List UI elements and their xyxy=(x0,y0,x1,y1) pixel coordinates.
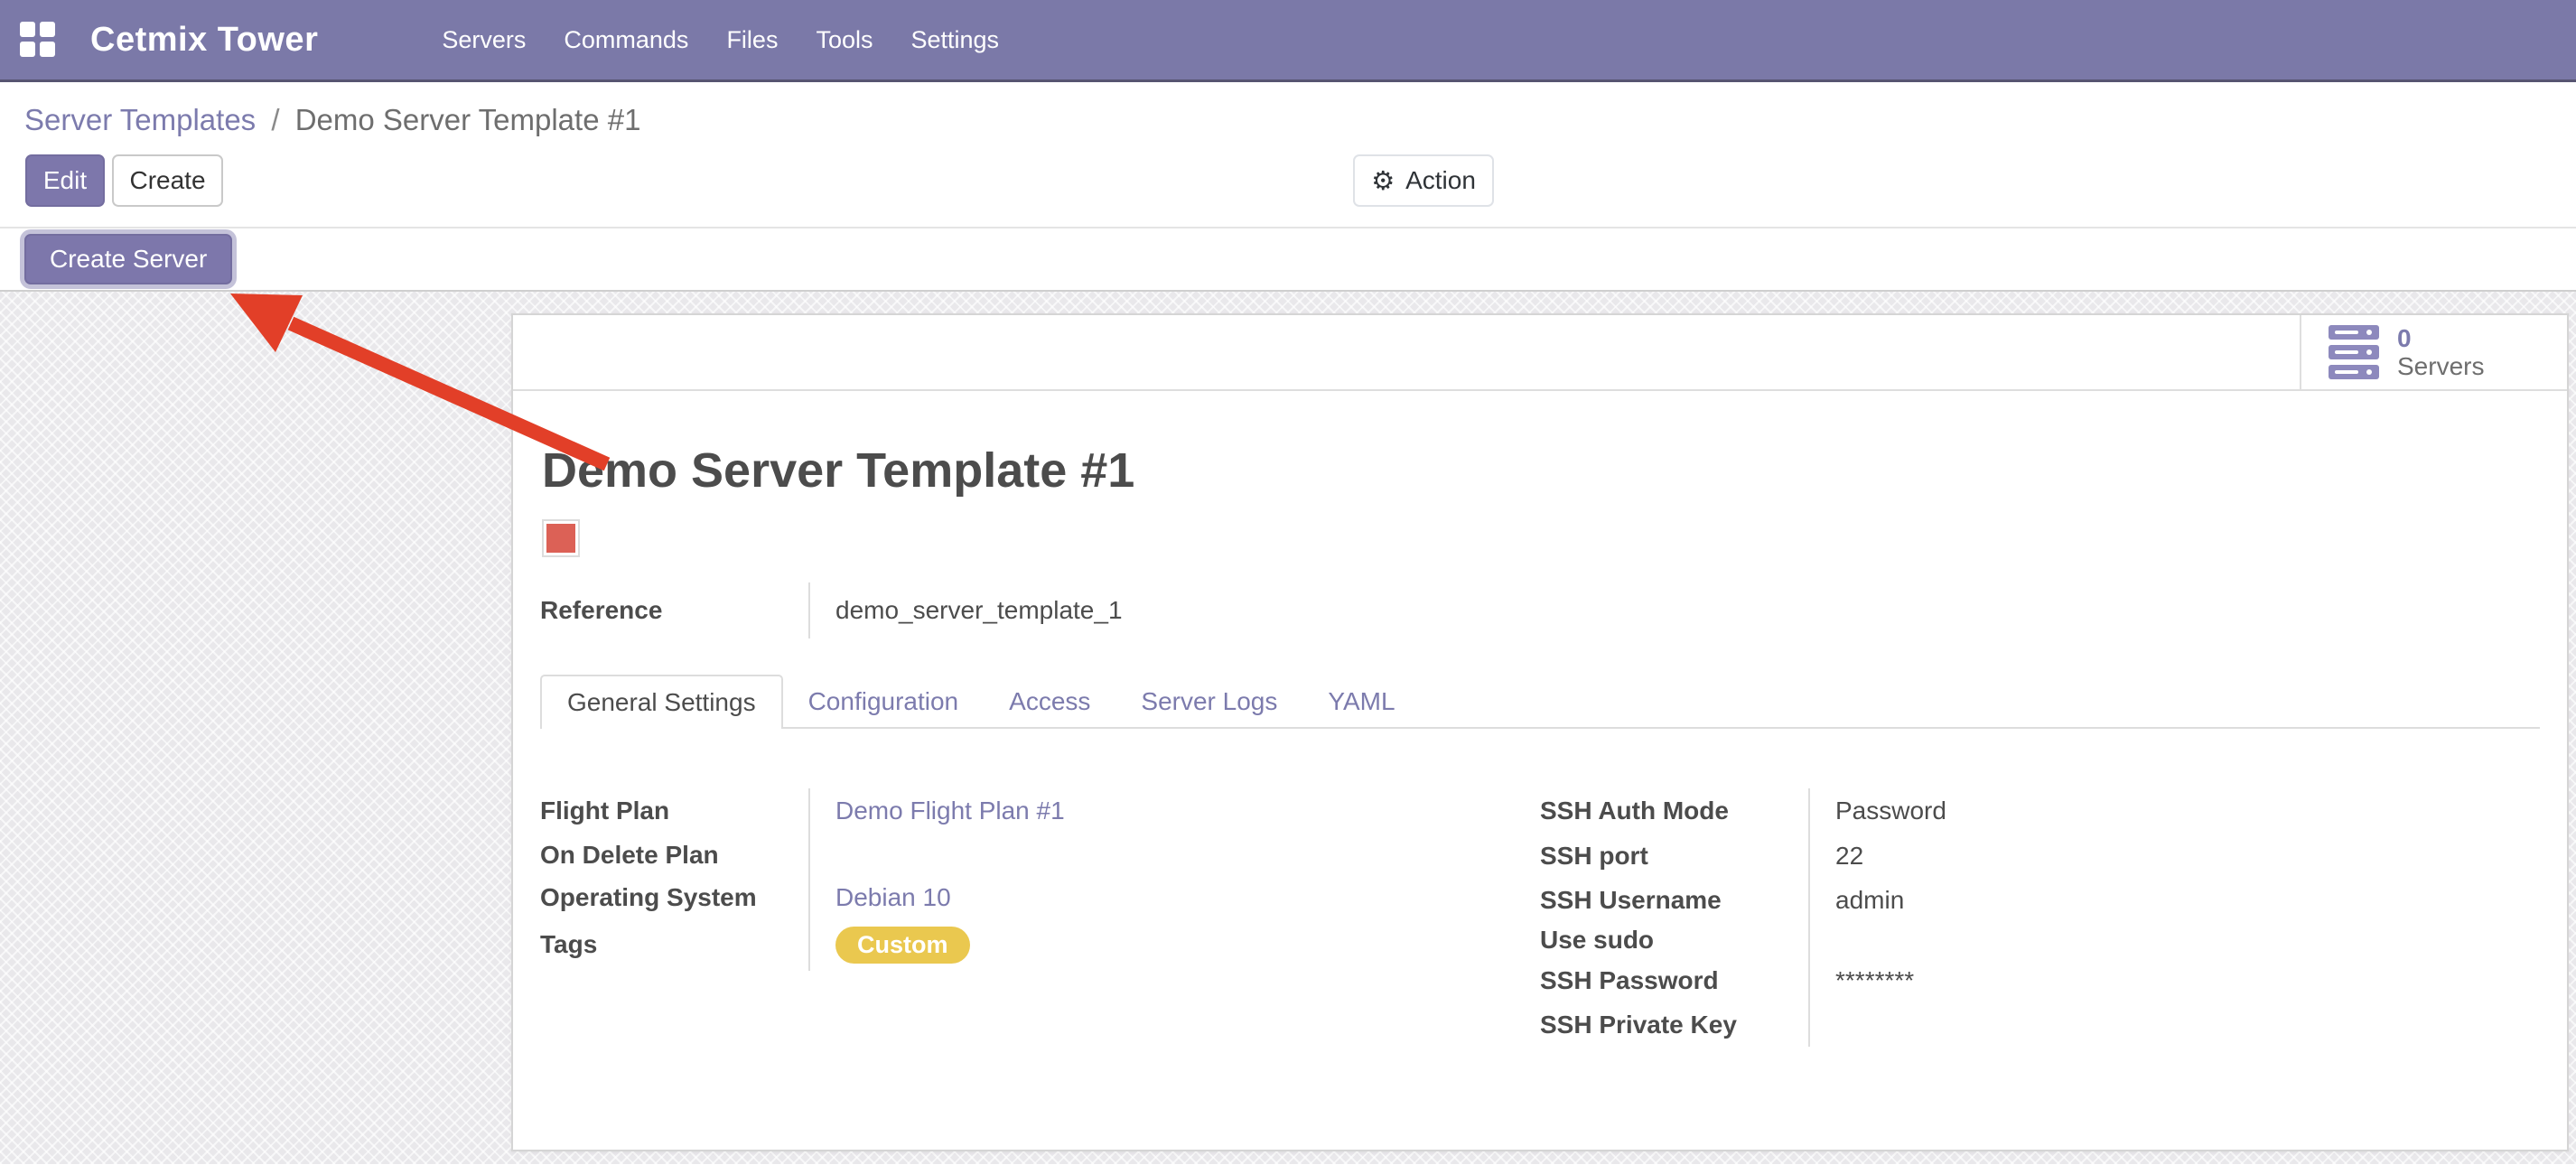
apps-icon-square xyxy=(20,22,35,37)
use-sudo-value xyxy=(1808,922,2540,958)
action-button[interactable]: ⚙ Action xyxy=(1353,154,1494,207)
app-brand[interactable]: Cetmix Tower xyxy=(90,21,318,60)
record-title: Demo Server Template #1 xyxy=(542,442,2540,499)
tab-configuration[interactable]: Configuration xyxy=(783,676,985,727)
form-statusbar: Create Server xyxy=(0,227,2576,292)
on-delete-plan-label: On Delete Plan xyxy=(540,834,808,877)
ssh-auth-mode-label: SSH Auth Mode xyxy=(1540,788,1808,834)
ssh-private-key-label: SSH Private Key xyxy=(1540,1003,1808,1047)
flight-plan-label: Flight Plan xyxy=(540,788,808,834)
operating-system-label: Operating System xyxy=(540,877,808,918)
menu-item-tools[interactable]: Tools xyxy=(797,0,891,79)
main-menu: Servers Commands Files Tools Settings xyxy=(423,0,1018,79)
breadcrumb-parent-link[interactable]: Server Templates xyxy=(24,103,256,136)
on-delete-plan-value xyxy=(808,834,1540,877)
reference-field-row: Reference demo_server_template_1 xyxy=(540,582,2540,638)
menu-item-commands[interactable]: Commands xyxy=(545,0,707,79)
tab-yaml[interactable]: YAML xyxy=(1302,676,1420,727)
field-row-ssh-username: SSH Username admin xyxy=(1540,879,2540,922)
apps-icon-square xyxy=(40,42,55,57)
tab-server-logs[interactable]: Server Logs xyxy=(1115,676,1302,727)
content-area: 0 Servers Demo Server Template #1 Refere… xyxy=(0,292,2576,1164)
apps-menu-icon[interactable] xyxy=(20,22,56,58)
top-navbar: Cetmix Tower Servers Commands Files Tool… xyxy=(0,0,2576,82)
reference-value: demo_server_template_1 xyxy=(808,582,2540,638)
field-row-ssh-password: SSH Password ******** xyxy=(1540,958,2540,1003)
ssh-port-label: SSH port xyxy=(1540,834,1808,879)
menu-item-settings[interactable]: Settings xyxy=(891,0,1018,79)
control-panel: Server Templates / Demo Server Template … xyxy=(0,82,2576,207)
flight-plan-value-link[interactable]: Demo Flight Plan #1 xyxy=(808,788,1540,834)
field-row-use-sudo: Use sudo xyxy=(1540,922,2540,958)
field-row-operating-system: Operating System Debian 10 xyxy=(540,877,1540,918)
notebook-tabs: General Settings Configuration Access Se… xyxy=(540,675,2540,729)
tags-label: Tags xyxy=(540,918,808,971)
breadcrumb: Server Templates / Demo Server Template … xyxy=(24,100,2576,140)
apps-icon-square xyxy=(40,22,55,37)
field-row-ssh-auth-mode: SSH Auth Mode Password xyxy=(1540,788,2540,834)
servers-stat-button[interactable]: 0 Servers xyxy=(2300,315,2567,389)
tab-access[interactable]: Access xyxy=(984,676,1115,727)
servers-stat-value: 0 xyxy=(2397,324,2484,352)
ssh-username-value: admin xyxy=(1808,879,2540,922)
ssh-private-key-value xyxy=(1808,1003,2540,1047)
servers-stat-text: 0 Servers xyxy=(2397,324,2484,380)
servers-stat-label: Servers xyxy=(2397,352,2484,380)
use-sudo-label: Use sudo xyxy=(1540,922,1808,958)
form-sheet: 0 Servers Demo Server Template #1 Refere… xyxy=(511,313,2569,1151)
ssh-auth-mode-value: Password xyxy=(1808,788,2540,834)
color-swatch-frame xyxy=(542,519,580,557)
field-row-tags: Tags Custom xyxy=(540,918,1540,971)
control-panel-buttons: Edit Create ⚙ Action xyxy=(0,154,2576,207)
edit-button[interactable]: Edit xyxy=(25,154,105,207)
ssh-username-label: SSH Username xyxy=(1540,879,1808,922)
field-row-on-delete-plan: On Delete Plan xyxy=(540,834,1540,877)
breadcrumb-current: Demo Server Template #1 xyxy=(295,103,641,136)
server-rack-icon xyxy=(2329,325,2379,379)
apps-icon-square xyxy=(20,42,35,57)
general-settings-groups: Flight Plan Demo Flight Plan #1 On Delet… xyxy=(540,729,2540,1047)
operating-system-value-link[interactable]: Debian 10 xyxy=(808,877,1540,918)
ssh-password-value: ******** xyxy=(1808,958,2540,1003)
field-row-flight-plan: Flight Plan Demo Flight Plan #1 xyxy=(540,788,1540,834)
reference-label: Reference xyxy=(540,582,808,638)
button-box-row: 0 Servers xyxy=(513,315,2567,391)
gear-icon: ⚙ xyxy=(1371,168,1395,194)
field-row-ssh-private-key: SSH Private Key xyxy=(1540,1003,2540,1047)
menu-item-files[interactable]: Files xyxy=(707,0,797,79)
left-field-group: Flight Plan Demo Flight Plan #1 On Delet… xyxy=(540,788,1540,1047)
menu-item-servers[interactable]: Servers xyxy=(423,0,545,79)
tab-general-settings[interactable]: General Settings xyxy=(540,675,783,729)
sheet-body: Demo Server Template #1 Reference demo_s… xyxy=(513,442,2567,1047)
field-row-ssh-port: SSH port 22 xyxy=(1540,834,2540,879)
create-button[interactable]: Create xyxy=(112,154,223,207)
tag-badge-custom: Custom xyxy=(835,927,970,964)
breadcrumb-separator: / xyxy=(264,103,286,136)
right-field-group: SSH Auth Mode Password SSH port 22 SSH U… xyxy=(1540,788,2540,1047)
ssh-port-value: 22 xyxy=(1808,834,2540,879)
record-color-swatch xyxy=(546,524,575,553)
ssh-password-label: SSH Password xyxy=(1540,958,1808,1003)
action-button-label: Action xyxy=(1405,166,1476,195)
create-server-button[interactable]: Create Server xyxy=(24,234,232,284)
tags-value: Custom xyxy=(808,918,1540,971)
